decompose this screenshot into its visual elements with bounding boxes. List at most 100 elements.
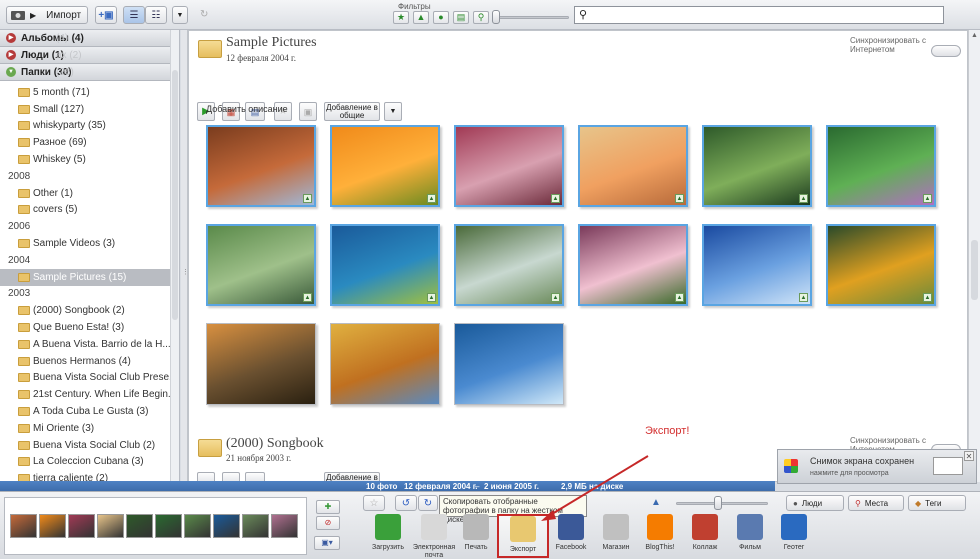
filter-upload-icon[interactable]: ▲ bbox=[413, 11, 429, 24]
folder-item[interactable]: Buena Vista Social Club Prese... bbox=[0, 370, 179, 387]
folder-item[interactable]: whiskyparty (35) bbox=[0, 118, 179, 135]
tray-photo[interactable] bbox=[271, 514, 298, 538]
folder-item[interactable]: Small (127) bbox=[0, 101, 179, 118]
filter-star-icon[interactable]: ★ bbox=[393, 11, 409, 24]
sidebar-category[interactable]: ▼ Папки (30) (26) bbox=[0, 64, 179, 81]
filter-film-icon[interactable]: ▤ bbox=[453, 11, 469, 24]
clear-tray-button[interactable]: ⊘ bbox=[316, 516, 340, 530]
import-button[interactable]: ▶ Импорт bbox=[6, 6, 88, 24]
close-icon[interactable]: ✕ bbox=[964, 451, 974, 461]
sync-toggle[interactable] bbox=[931, 45, 961, 57]
photo-thumbnail[interactable]: ▲ bbox=[826, 224, 936, 306]
folder-item[interactable]: Buena Vista Social Club (2) bbox=[0, 437, 179, 454]
tray-photo[interactable] bbox=[155, 514, 182, 538]
filter-slider-thumb[interactable] bbox=[492, 10, 500, 24]
rotate-left-button[interactable]: ↺ bbox=[395, 495, 417, 511]
photo-thumbnail[interactable]: ▲ bbox=[206, 125, 316, 207]
rotate-right-button[interactable]: ↻ bbox=[418, 495, 438, 511]
hold-button[interactable]: ✚ bbox=[316, 500, 340, 514]
action-printer-button[interactable]: Печать bbox=[450, 514, 502, 558]
sidebar-category-label: Альбомы (4) bbox=[21, 32, 84, 44]
people-button[interactable]: ● Люди bbox=[786, 495, 844, 511]
add-to-shared-dropdown[interactable]: ▼ bbox=[384, 102, 402, 121]
main-scrollbar-thumb[interactable] bbox=[971, 240, 978, 300]
photo-thumbnail[interactable]: ▲ bbox=[702, 125, 812, 207]
search-input[interactable] bbox=[591, 8, 941, 22]
folder-item[interactable]: 5 month (71) bbox=[0, 84, 179, 101]
collapsed-icon[interactable]: ▶ bbox=[6, 50, 16, 60]
photo-thumbnail[interactable]: ▲ bbox=[206, 224, 316, 306]
zoom-slider-thumb[interactable] bbox=[714, 496, 722, 510]
folder-item[interactable]: Sample Videos (3) bbox=[0, 235, 179, 252]
panel-splitter[interactable]: ⋮ bbox=[181, 30, 189, 482]
tray-photo[interactable] bbox=[10, 514, 37, 538]
expanded-icon[interactable]: ▼ bbox=[6, 67, 16, 77]
photo-thumbnail[interactable]: ▲ bbox=[578, 224, 688, 306]
camera-icon bbox=[11, 11, 25, 20]
photo-thumbnail[interactable]: ▲ bbox=[330, 224, 440, 306]
folder-item[interactable]: Sample Pictures (15) bbox=[0, 268, 179, 286]
view-list-button[interactable]: ☰ bbox=[123, 6, 145, 24]
photo-thumbnail[interactable]: ▲ bbox=[702, 224, 812, 306]
collapsed-icon[interactable]: ▶ bbox=[6, 33, 16, 43]
star-button[interactable]: ☆ bbox=[363, 495, 385, 511]
view-dropdown-button[interactable]: ▼ bbox=[172, 6, 188, 24]
folder-item[interactable]: covers (5) bbox=[0, 202, 179, 219]
folder-icon bbox=[18, 87, 30, 97]
left-scrollbar-thumb[interactable] bbox=[172, 70, 178, 320]
rotate-icon[interactable]: ↻ bbox=[200, 9, 208, 20]
folder-item[interactable]: Разное (69) bbox=[0, 134, 179, 151]
photo-tray: ✚ ⊘ ▣▾ ☆ ↺ ↻ Скопировать отобранные фото… bbox=[0, 491, 980, 559]
folder-label: covers (5) bbox=[33, 204, 78, 216]
add-to-shared-button[interactable]: Добавление в общие bbox=[324, 102, 380, 121]
folder-item[interactable]: A Buena Vista. Barrio de la H... bbox=[0, 336, 179, 353]
screenshot-notification[interactable]: Снимок экрана сохранен нажмите для просм… bbox=[777, 449, 977, 484]
action-upload-button[interactable]: Загрузить bbox=[362, 514, 414, 558]
sidebar-category[interactable]: ▶ Люди (1) ах (2) bbox=[0, 47, 179, 64]
photo-thumbnail[interactable] bbox=[454, 323, 564, 405]
action-folder-button[interactable]: Экспорт bbox=[497, 514, 549, 558]
scroll-up-icon[interactable]: ▲ bbox=[970, 32, 979, 41]
tray-photo[interactable] bbox=[242, 514, 269, 538]
folder-item[interactable]: 21st Century. When Life Begin... bbox=[0, 386, 179, 403]
sidebar-category[interactable]: ▶ Альбомы (4) (4) bbox=[0, 30, 179, 47]
filter-pin-icon[interactable]: ⚲ bbox=[473, 11, 489, 24]
import-label: Импорт bbox=[46, 9, 82, 21]
tray-photo[interactable] bbox=[97, 514, 124, 538]
tags-button[interactable]: ◆ Теги bbox=[908, 495, 966, 511]
filter-person-icon[interactable]: ● bbox=[433, 11, 449, 24]
photo-thumbnail[interactable]: ▲ bbox=[578, 125, 688, 207]
folder-item[interactable]: Que Bueno Esta! (3) bbox=[0, 319, 179, 336]
folder-item[interactable]: Whiskey (5) bbox=[0, 151, 179, 168]
action-globe-button[interactable]: Геотег bbox=[768, 514, 820, 558]
photo-thumbnail[interactable]: ▲ bbox=[826, 125, 936, 207]
tray-photo[interactable] bbox=[39, 514, 66, 538]
left-scrollbar[interactable] bbox=[170, 30, 179, 482]
photo-thumbnail[interactable] bbox=[206, 323, 316, 405]
folder-item[interactable]: (2000) Songbook (2) bbox=[0, 302, 179, 319]
save-button[interactable]: ▣ bbox=[299, 102, 317, 121]
add-to-album-tray-button[interactable]: ▣▾ bbox=[314, 536, 340, 550]
add-description-link[interactable]: Добавить описание bbox=[206, 104, 288, 114]
tray-photo[interactable] bbox=[68, 514, 95, 538]
photo-thumbnail[interactable]: ▲ bbox=[330, 125, 440, 207]
folder-item[interactable]: La Coleccion Cubana (3) bbox=[0, 454, 179, 471]
photo-thumbnail[interactable]: ▲ bbox=[454, 125, 564, 207]
folder-item[interactable]: Buenos Hermanos (4) bbox=[0, 353, 179, 370]
photo-thumbnail[interactable]: ▲ bbox=[454, 224, 564, 306]
main-scrollbar[interactable]: ▲ ▼ bbox=[968, 30, 980, 482]
zoom-slider-track[interactable] bbox=[676, 502, 768, 505]
tray-photo[interactable] bbox=[184, 514, 211, 538]
places-button[interactable]: ⚲ Места bbox=[848, 495, 904, 511]
filter-slider-track[interactable] bbox=[497, 16, 569, 19]
folder-item[interactable]: Other (1) bbox=[0, 185, 179, 202]
tray-photo[interactable] bbox=[213, 514, 240, 538]
folder-item[interactable]: A Toda Cuba Le Gusta (3) bbox=[0, 403, 179, 420]
add-to-album-button[interactable]: +▣ bbox=[95, 6, 117, 24]
view-tree-button[interactable]: ☷ bbox=[145, 6, 167, 24]
photo-thumbnail[interactable] bbox=[330, 323, 440, 405]
folder-label: whiskyparty (35) bbox=[33, 120, 106, 132]
folder-date: 12 февраля 2004 г. bbox=[226, 53, 296, 63]
folder-item[interactable]: Mi Oriente (3) bbox=[0, 420, 179, 437]
tray-photo[interactable] bbox=[126, 514, 153, 538]
